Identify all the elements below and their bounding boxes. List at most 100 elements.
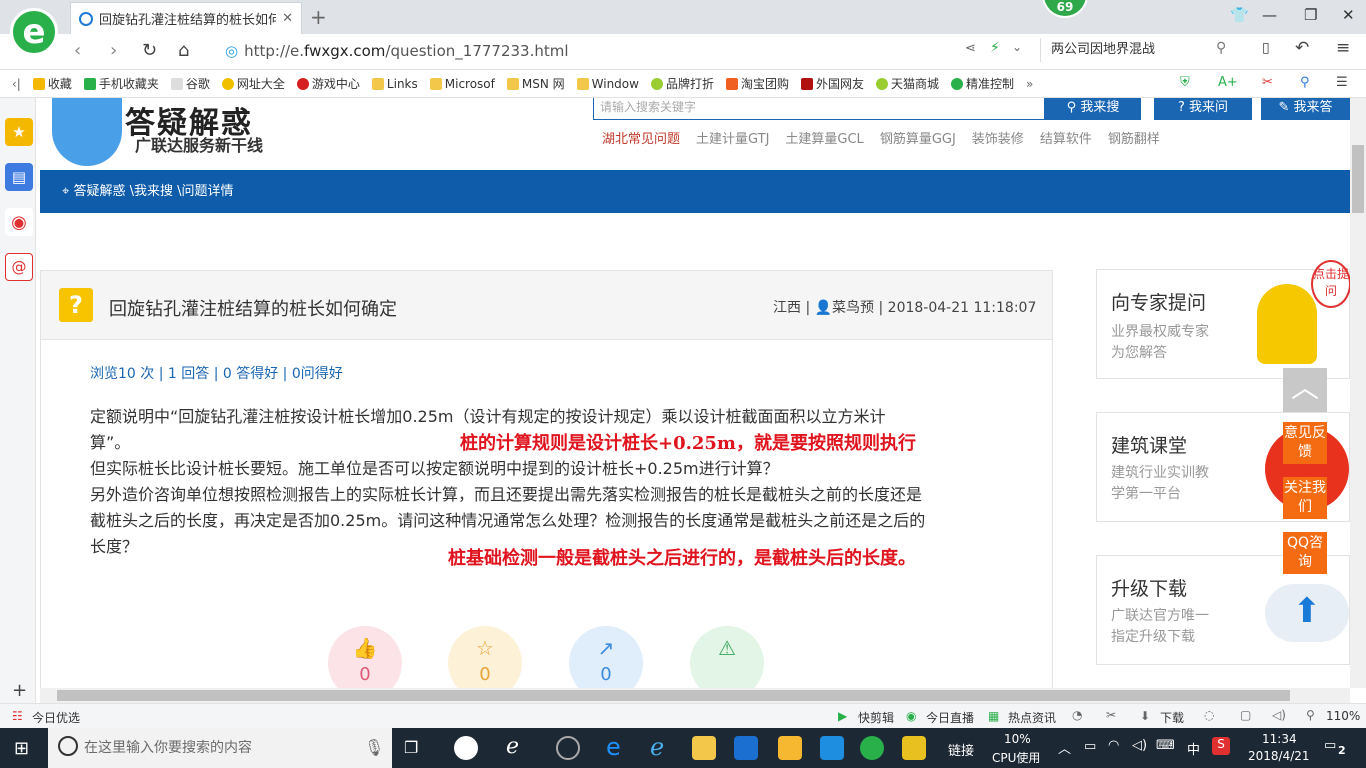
vertical-scroll-thumb[interactable] bbox=[1352, 145, 1364, 213]
bookmark-item[interactable]: 天猫商城 bbox=[876, 75, 939, 92]
minimize-button[interactable]: — bbox=[1262, 6, 1277, 24]
share-button[interactable]: ↗ 0 bbox=[569, 626, 643, 688]
tool-app-icon[interactable] bbox=[820, 736, 844, 760]
bookmark-item[interactable]: 网址大全 bbox=[221, 75, 285, 92]
shirt-icon[interactable]: 👕 bbox=[1230, 6, 1249, 24]
e-browser-icon[interactable]: ℯ bbox=[506, 734, 519, 759]
bookmark-item[interactable]: 谷歌 bbox=[170, 75, 210, 92]
site-search-input[interactable]: 请输入搜索关键字 bbox=[593, 98, 1045, 120]
phone-icon[interactable]: ▯ bbox=[1262, 40, 1270, 56]
search-input[interactable]: 两公司因地界混战 bbox=[1040, 38, 1240, 62]
back-to-top-button[interactable]: ︿ bbox=[1283, 368, 1327, 412]
refresh-icon[interactable]: ↻ bbox=[142, 40, 157, 61]
sogou-icon[interactable]: S bbox=[1212, 737, 1230, 755]
search-icon[interactable]: ⚲ bbox=[1216, 40, 1226, 56]
wifi-icon[interactable]: ◠ bbox=[1108, 738, 1119, 753]
zoom-level[interactable]: 110% bbox=[1326, 709, 1360, 723]
file-explorer-icon[interactable] bbox=[692, 736, 716, 760]
menu-icon[interactable]: ≡ bbox=[1336, 38, 1350, 58]
keyboard-icon[interactable]: ⌨ bbox=[1156, 738, 1175, 753]
ie-icon[interactable]: ℯ bbox=[650, 733, 664, 761]
expert-card[interactable]: 向专家提问 业界最权威专家 为您解答 点击提问 bbox=[1096, 260, 1350, 379]
cache-icon[interactable]: ◌ bbox=[1204, 708, 1214, 722]
back-icon[interactable]: ‹ bbox=[74, 40, 81, 61]
live-link[interactable]: 今日直播 bbox=[926, 709, 974, 726]
task-view-icon[interactable]: ❐ bbox=[404, 738, 418, 757]
bookmark-item[interactable]: MSN 网 bbox=[506, 75, 565, 92]
fan-app-icon[interactable] bbox=[454, 736, 478, 760]
close-tab-icon[interactable]: ✕ bbox=[282, 11, 293, 26]
chevron-down-icon[interactable]: ⌄ bbox=[1012, 40, 1022, 54]
home-icon[interactable]: ⌂ bbox=[178, 40, 189, 61]
hot-link[interactable]: 钢筋算量GGJ bbox=[880, 128, 956, 147]
ask-button[interactable]: ? 我来问 bbox=[1154, 98, 1252, 120]
search-button[interactable]: ⚲ 我来搜 bbox=[1045, 98, 1141, 120]
glodon-icon[interactable] bbox=[734, 736, 758, 760]
hot-link[interactable]: 土建算量GCL bbox=[785, 128, 863, 147]
bookmark-item[interactable]: 收藏 bbox=[32, 75, 72, 92]
horizontal-scroll-thumb[interactable] bbox=[57, 690, 1290, 701]
translate-icon[interactable]: A+ bbox=[1218, 75, 1238, 90]
calc-app-icon[interactable] bbox=[902, 736, 926, 760]
add-sidebar-icon[interactable]: + bbox=[12, 680, 27, 701]
volume-icon[interactable]: ◁) bbox=[1272, 708, 1286, 722]
ask-bubble[interactable]: 点击提问 bbox=[1311, 260, 1350, 308]
hot-link[interactable]: 钢筋翻样 bbox=[1108, 128, 1160, 147]
bookmark-item[interactable]: 外国网友 bbox=[801, 75, 864, 92]
hot-news-link[interactable]: 热点资讯 bbox=[1008, 709, 1056, 726]
lightning-icon[interactable]: ⚡ bbox=[990, 40, 1000, 56]
edge-icon[interactable]: e bbox=[606, 733, 621, 761]
tray-expand-icon[interactable]: ︿ bbox=[1058, 738, 1071, 757]
reader-icon[interactable]: ▤ bbox=[5, 163, 33, 191]
window-icon[interactable]: ▢ bbox=[1240, 708, 1251, 722]
bookmark-item[interactable]: 手机收藏夹 bbox=[83, 75, 159, 92]
360-browser-icon[interactable] bbox=[860, 736, 884, 760]
hot-link[interactable]: 装饰装修 bbox=[972, 128, 1024, 147]
forward-icon[interactable]: › bbox=[110, 40, 117, 61]
microphone-icon[interactable]: 🎙 bbox=[364, 738, 384, 757]
windows-start-icon[interactable]: ⊞ bbox=[14, 738, 29, 759]
bookmark-item[interactable]: Microsof bbox=[429, 77, 495, 91]
follow-button[interactable]: 关注我们 bbox=[1283, 477, 1327, 519]
battery-icon[interactable]: ▭ bbox=[1084, 739, 1096, 754]
notes-app-icon[interactable] bbox=[778, 736, 802, 760]
feedback-button[interactable]: 意见反馈 bbox=[1283, 422, 1327, 464]
speed-icon[interactable]: ◔ bbox=[1072, 708, 1082, 722]
bookmark-item[interactable]: 品牌打折 bbox=[650, 75, 714, 92]
clock-time[interactable]: 11:34 bbox=[1262, 732, 1297, 746]
ime-indicator[interactable]: 中 bbox=[1187, 739, 1200, 758]
download-link[interactable]: 下载 bbox=[1160, 709, 1184, 726]
bookmark-item[interactable]: 淘宝团购 bbox=[725, 75, 789, 92]
tools-icon[interactable]: ✂ bbox=[1106, 708, 1116, 722]
bookmark-item[interactable]: 精准控制 bbox=[951, 75, 1014, 92]
swirl-app-icon[interactable] bbox=[556, 736, 580, 760]
bookmark-item[interactable]: Links bbox=[371, 77, 418, 91]
hot-link[interactable]: 湖北常见问题 bbox=[602, 128, 680, 147]
url-input[interactable]: ◎ http://e. fwxgx.com/question_1777233.ht… bbox=[225, 40, 1035, 62]
hot-link[interactable]: 结算软件 bbox=[1040, 128, 1092, 147]
taskbar-search-input[interactable]: 在这里输入你要搜索的内容 bbox=[48, 728, 392, 768]
today-picks-link[interactable]: 今日优选 bbox=[32, 709, 80, 726]
cortana-icon[interactable] bbox=[58, 736, 78, 756]
weibo-icon[interactable]: ◉ bbox=[5, 208, 33, 236]
answer-button[interactable]: ✎ 我来答 bbox=[1261, 98, 1350, 120]
qq-button[interactable]: QQ咨询 bbox=[1283, 532, 1327, 574]
undo-icon[interactable]: ↶ bbox=[1295, 38, 1309, 58]
breadcrumb-text[interactable]: 答疑解惑 \我来搜 \问题详情 bbox=[73, 184, 233, 199]
like-button[interactable]: 👍 0 bbox=[328, 626, 402, 688]
share-icon[interactable]: ⋖ bbox=[965, 41, 976, 56]
speaker-icon[interactable]: ◁) bbox=[1132, 738, 1147, 753]
hot-link[interactable]: 土建计量GTJ bbox=[696, 128, 769, 147]
clock-date[interactable]: 2018/4/21 bbox=[1248, 749, 1310, 763]
browser-logo-icon[interactable]: e bbox=[10, 8, 58, 56]
close-window-button[interactable]: ✕ bbox=[1342, 6, 1355, 24]
favorites-icon[interactable]: ★ bbox=[5, 118, 33, 146]
bookmark-item[interactable]: 游戏中心 bbox=[296, 75, 360, 92]
quick-clip-link[interactable]: 快剪辑 bbox=[858, 709, 894, 726]
notification-icon[interactable]: ▭ bbox=[1324, 738, 1336, 753]
report-button[interactable]: ⚠ bbox=[690, 626, 764, 688]
mail-icon[interactable]: @ bbox=[5, 253, 33, 281]
shield-icon[interactable]: ⛨ bbox=[1180, 75, 1190, 90]
new-tab-button[interactable]: + bbox=[310, 5, 327, 29]
bookmark-item[interactable]: Window bbox=[576, 77, 639, 91]
